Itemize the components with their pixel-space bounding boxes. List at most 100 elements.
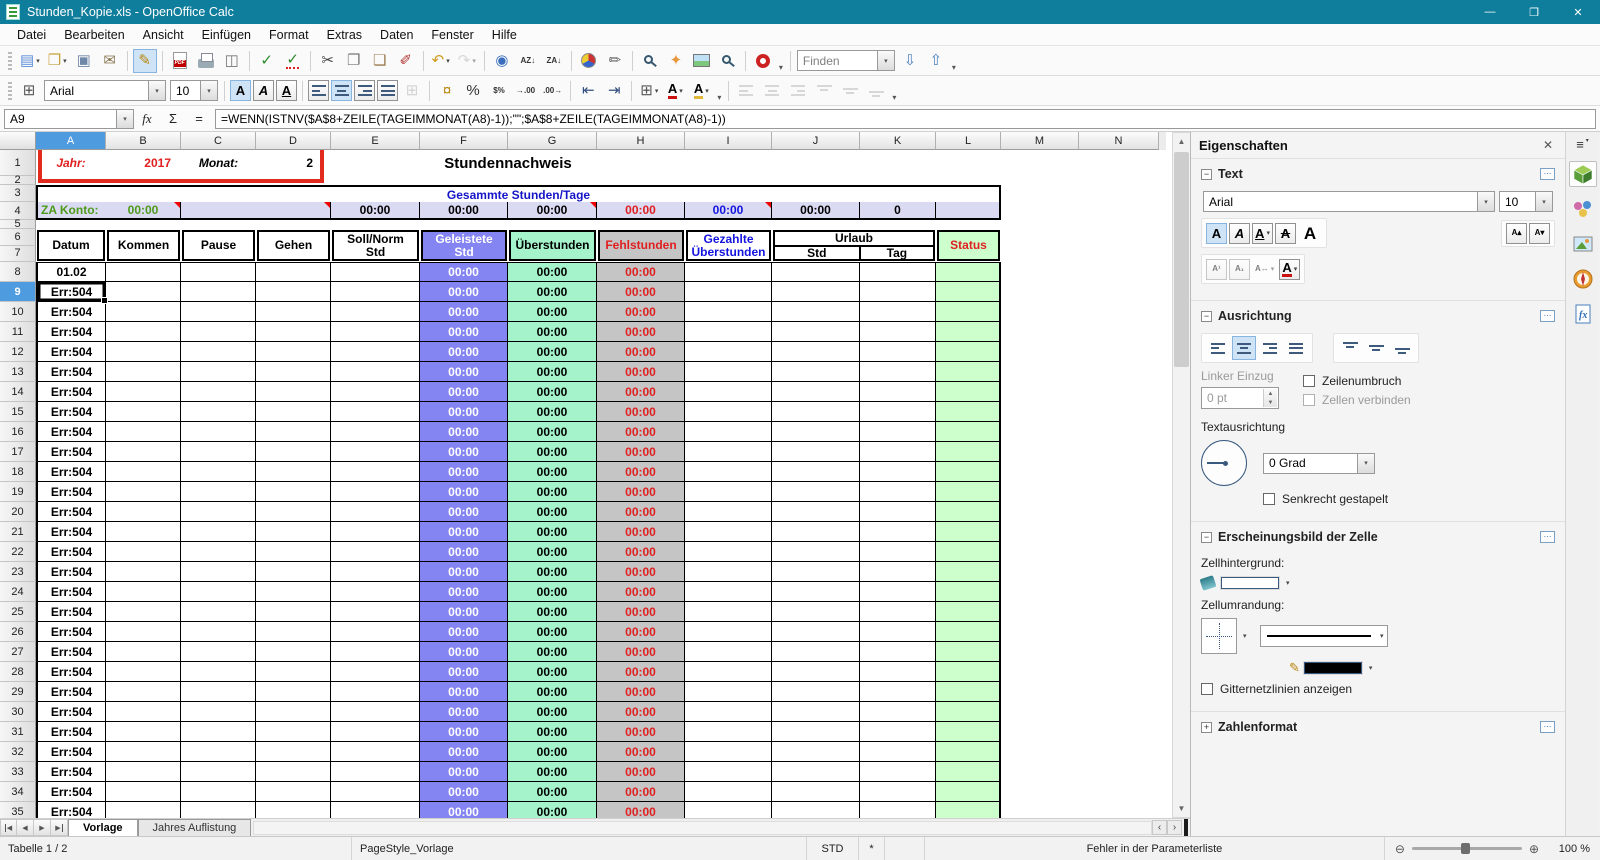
zoom-button[interactable]: [716, 49, 740, 73]
cell[interactable]: [106, 562, 181, 582]
align-right-button[interactable]: [1258, 336, 1282, 360]
cell[interactable]: [860, 322, 936, 342]
checkbox-icon[interactable]: [1303, 375, 1315, 387]
cell[interactable]: [1079, 622, 1159, 642]
cell[interactable]: [936, 682, 1001, 702]
cell[interactable]: [181, 262, 256, 282]
collapse-icon[interactable]: −: [1201, 531, 1212, 543]
cell[interactable]: [685, 782, 772, 802]
cell[interactable]: 00:00: [597, 542, 685, 562]
cell[interactable]: [256, 342, 331, 362]
cell[interactable]: [860, 282, 936, 302]
cell[interactable]: 00:00: [420, 742, 508, 762]
menu-daten[interactable]: Daten: [371, 26, 422, 44]
cell[interactable]: 00:00: [420, 382, 508, 402]
cell[interactable]: [106, 342, 181, 362]
cell[interactable]: [685, 502, 772, 522]
cell[interactable]: [1079, 262, 1159, 282]
number-percent-button[interactable]: %: [461, 79, 485, 103]
selection-mode-status[interactable]: STD: [807, 837, 859, 860]
row-header-12[interactable]: 12: [0, 342, 36, 362]
cell[interactable]: [106, 502, 181, 522]
cell[interactable]: 00:00: [420, 442, 508, 462]
wrap-text-checkbox[interactable]: Zeilenumbruch: [1303, 374, 1411, 388]
cell[interactable]: [1001, 662, 1079, 682]
cell[interactable]: [1001, 702, 1079, 722]
cell[interactable]: [181, 302, 256, 322]
cell[interactable]: 00:00: [597, 322, 685, 342]
cell[interactable]: [685, 682, 772, 702]
cell[interactable]: 00:00: [420, 782, 508, 802]
menu-hilfe[interactable]: Hilfe: [483, 26, 526, 44]
menu-bearbeiten[interactable]: Bearbeiten: [55, 26, 133, 44]
decrease-font-size-button[interactable]: A▾: [1529, 222, 1550, 244]
cell[interactable]: 00:00: [420, 662, 508, 682]
borders-button[interactable]: ⊞ ▾: [637, 79, 661, 103]
column-header-l[interactable]: L: [936, 132, 1001, 150]
column-header-j[interactable]: J: [772, 132, 860, 150]
cell[interactable]: [685, 742, 772, 762]
cell[interactable]: Err:504: [36, 602, 106, 622]
cell[interactable]: 00:00: [508, 762, 597, 782]
sidebar-tab-navigator[interactable]: [1569, 266, 1597, 292]
cell[interactable]: [1079, 722, 1159, 742]
cell[interactable]: Err:504: [36, 422, 106, 442]
cell[interactable]: [936, 322, 1001, 342]
checkbox-icon[interactable]: [1201, 683, 1213, 695]
cell[interactable]: [685, 282, 772, 302]
header-ueberstunden[interactable]: Überstunden: [509, 230, 596, 261]
cell[interactable]: [106, 302, 181, 322]
edit-mode-button[interactable]: ✎: [132, 48, 157, 73]
dropdown-arrow-icon[interactable]: ▾: [1271, 265, 1275, 273]
cell[interactable]: [181, 462, 256, 482]
cell[interactable]: [860, 762, 936, 782]
cell[interactable]: [936, 342, 1001, 362]
row-header-34[interactable]: 34: [0, 782, 36, 802]
row-header-31[interactable]: 31: [0, 722, 36, 742]
cell[interactable]: [181, 342, 256, 362]
background-color-button[interactable]: A ▾: [689, 79, 713, 103]
column-header-c[interactable]: C: [181, 132, 256, 150]
help-button[interactable]: [751, 49, 775, 73]
cell[interactable]: Err:504: [36, 802, 106, 818]
dropdown-arrow-icon[interactable]: ▾: [1294, 265, 1298, 273]
row-header-13[interactable]: 13: [0, 362, 36, 382]
cell[interactable]: 00:00: [420, 342, 508, 362]
cell-sum-f[interactable]: 00:00: [420, 202, 508, 220]
cell[interactable]: 00:00: [420, 722, 508, 742]
cell[interactable]: [860, 522, 936, 542]
cell[interactable]: 00:00: [508, 502, 597, 522]
menu-einfgen[interactable]: Einfügen: [193, 26, 260, 44]
cell[interactable]: 00:00: [508, 722, 597, 742]
cell-background-picker[interactable]: ▾: [1199, 575, 1555, 591]
cell[interactable]: [772, 762, 860, 782]
cell[interactable]: [772, 662, 860, 682]
header-gezahlte[interactable]: Gezahlte Überstunden: [686, 230, 771, 261]
cell[interactable]: [1079, 302, 1159, 322]
row-header-21[interactable]: 21: [0, 522, 36, 542]
cell[interactable]: 00:00: [420, 502, 508, 522]
cell[interactable]: [1079, 342, 1159, 362]
cell[interactable]: [1001, 542, 1079, 562]
cell[interactable]: [106, 802, 181, 818]
cell[interactable]: [772, 482, 860, 502]
cell[interactable]: [936, 622, 1001, 642]
paste-button[interactable]: ❏: [368, 49, 392, 73]
header-pause[interactable]: Pause: [182, 230, 255, 261]
column-header-d[interactable]: D: [256, 132, 331, 150]
italic-button[interactable]: A: [1229, 222, 1250, 244]
dialog-launcher-icon[interactable]: ⋯: [1540, 168, 1555, 180]
row-header-11[interactable]: 11: [0, 322, 36, 342]
cell[interactable]: [685, 322, 772, 342]
page-preview-button[interactable]: ◫: [220, 49, 244, 73]
chevron-down-icon[interactable]: ▾: [148, 81, 165, 100]
cell[interactable]: Err:504: [36, 662, 106, 682]
cell[interactable]: [1001, 782, 1079, 802]
cell[interactable]: [685, 342, 772, 362]
cell[interactable]: [181, 362, 256, 382]
cell[interactable]: [256, 722, 331, 742]
cell[interactable]: 00:00: [420, 702, 508, 722]
row-header-6[interactable]: 6: [0, 229, 36, 246]
cell[interactable]: [1001, 722, 1079, 742]
cell[interactable]: [936, 382, 1001, 402]
